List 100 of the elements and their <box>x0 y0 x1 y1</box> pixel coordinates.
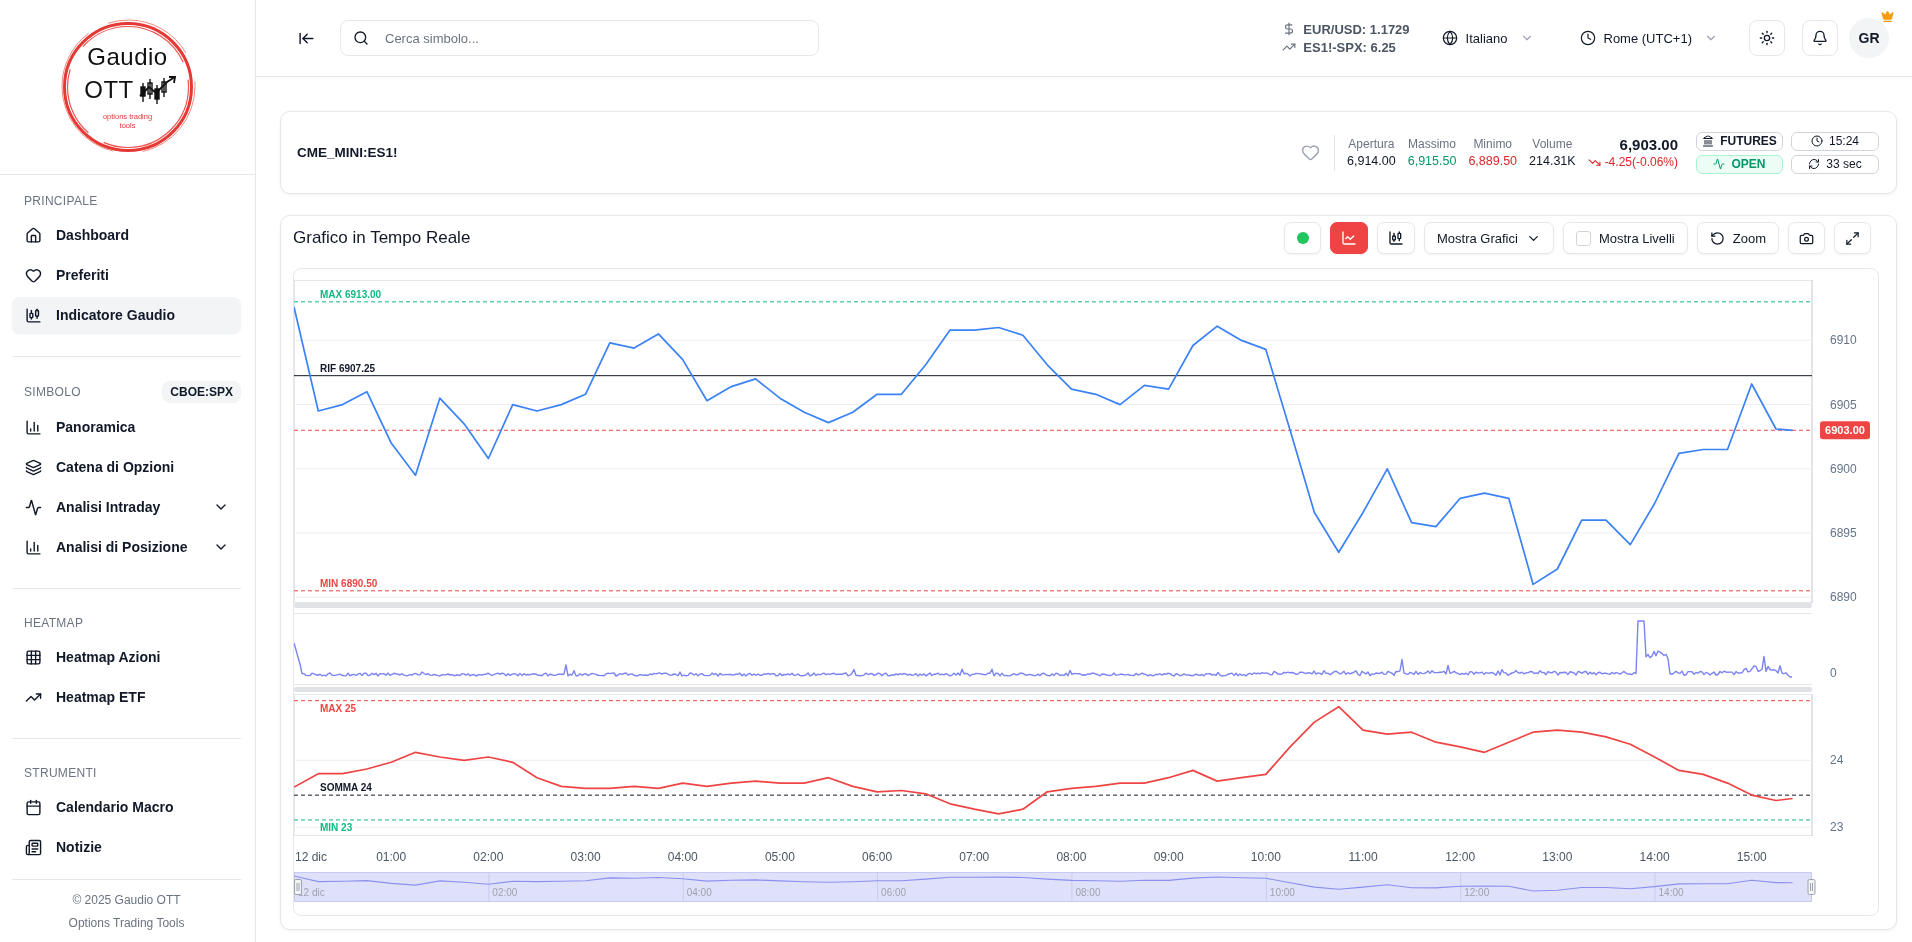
last-price-tag: 6903.00 <box>1820 421 1870 440</box>
calendar-icon <box>25 798 42 816</box>
symbol-title: CME_MINI:ES1! <box>297 145 399 160</box>
navigator-label: 04:00 <box>686 887 712 898</box>
navigator-label: 14:00 <box>1658 887 1684 898</box>
nav-item[interactable]: Panoramica <box>12 409 241 445</box>
levels-toggle[interactable]: Mostra Livelli <box>1562 222 1688 254</box>
logo-text: OTT <box>84 76 134 104</box>
chart-title: Grafico in Tempo Reale <box>293 228 471 248</box>
section-title: STRUMENTI <box>24 766 97 780</box>
pulse-icon <box>1713 158 1726 170</box>
stat-value: 6,914.00 <box>1347 154 1396 168</box>
nav-item[interactable]: Analisi di Posizione <box>12 529 241 565</box>
market-status-badge: OPEN <box>1696 154 1783 174</box>
stat-label: Volume <box>1532 137 1573 151</box>
axis-date-label: 12 dic <box>295 850 328 864</box>
language-select[interactable]: Italiano <box>1435 20 1540 56</box>
theme-toggle-button[interactable] <box>1749 20 1785 56</box>
stat-value: 6,889.50 <box>1468 154 1518 168</box>
nav-item[interactable]: Heatmap Azioni <box>12 639 241 675</box>
fullscreen-button[interactable] <box>1834 222 1871 254</box>
axis-tick-label: 24 <box>1830 753 1844 768</box>
nav-item[interactable]: Notizie <box>12 829 241 865</box>
levels-checkbox[interactable] <box>1575 230 1591 246</box>
stat-value: 6,915.50 <box>1407 154 1457 168</box>
nav-item[interactable]: Catena di Opzioni <box>12 449 241 485</box>
axis-tick-label: 6900 <box>1830 461 1857 476</box>
axis-tick-label: 0 <box>1830 666 1837 680</box>
refresh-icon <box>1808 158 1821 170</box>
level-label: MAX 6913.00 <box>320 288 382 300</box>
axis-tick-label: 03:00 <box>570 850 601 864</box>
line-chart-icon <box>1341 230 1357 246</box>
asset-class-badge: FUTURES <box>1696 131 1783 151</box>
logo-text: Gaudio <box>87 43 168 71</box>
level-label: SOMMA 24 <box>320 782 372 794</box>
section-title: HEATMAP <box>24 616 84 630</box>
bar-chart-icon <box>25 538 42 556</box>
globe-icon <box>1441 30 1458 46</box>
axis-tick-label: 01:00 <box>376 850 407 864</box>
screenshot-button[interactable] <box>1788 222 1825 254</box>
level-label: MIN 23 <box>320 821 353 833</box>
footer-text: Options Trading Tools <box>68 915 185 930</box>
pulse-icon <box>25 498 42 516</box>
axis-tick-label: 6895 <box>1830 526 1857 540</box>
level-label: RIF 6907.25 <box>320 362 376 374</box>
nav-item[interactable]: Analisi Intraday <box>12 489 241 525</box>
level-label: MIN 6890.50 <box>320 577 378 589</box>
camera-icon <box>1799 230 1814 246</box>
axis-tick-label: 6905 <box>1830 397 1857 412</box>
brush-ring-icon <box>59 19 196 155</box>
stat-label: Minimo <box>1473 137 1513 151</box>
axis-tick-label: 6910 <box>1830 333 1857 348</box>
search-icon <box>353 30 369 46</box>
candlestick-arrow-icon <box>138 75 177 105</box>
clock-icon <box>1579 30 1596 46</box>
live-button[interactable] <box>1284 222 1321 254</box>
expand-icon <box>1845 230 1860 246</box>
heart-icon <box>25 266 42 284</box>
axis-tick-label: 04:00 <box>667 850 698 864</box>
navigator-label: 06:00 <box>881 887 907 898</box>
symbol-badge[interactable]: CBOE:SPX <box>162 381 241 403</box>
navigator-label: 10:00 <box>1269 887 1295 898</box>
heart-icon[interactable] <box>1301 143 1321 162</box>
time-badge: 15:24 <box>1791 131 1879 151</box>
home-icon <box>25 226 42 244</box>
ticker-text: ES1!-SPX: 6.25 <box>1303 39 1396 55</box>
search-field[interactable]: Cerca simbolo... <box>340 20 819 56</box>
axis-tick-label: 13:00 <box>1542 850 1573 864</box>
range-handle[interactable] <box>1807 879 1816 895</box>
timezone-select[interactable]: Rome (UTC+1) <box>1573 20 1724 56</box>
layers-icon <box>25 458 42 476</box>
bell-icon <box>1812 30 1828 46</box>
price-change: -4.25(-0.06%) <box>1604 155 1678 169</box>
stat-value: 214.31K <box>1529 154 1576 168</box>
axis-tick-label: 6890 <box>1830 590 1857 603</box>
axis-tick-label: 15:00 <box>1736 850 1767 864</box>
bar-chart-icon <box>25 418 42 436</box>
axis-tick-label: 11:00 <box>1348 850 1378 864</box>
stat-label: Apertura <box>1348 137 1395 151</box>
axis-tick-label: 09:00 <box>1153 850 1184 864</box>
last-price: 6,903.00 <box>1619 136 1678 153</box>
notifications-button[interactable] <box>1802 20 1838 56</box>
charts-dropdown[interactable]: Mostra Grafici <box>1424 222 1554 254</box>
axis-tick-label: 07:00 <box>959 850 990 864</box>
sun-icon <box>1759 30 1775 46</box>
newspaper-icon <box>25 838 42 856</box>
nav-item[interactable]: Heatmap ETF <box>12 679 241 715</box>
axis-tick-label: 14:00 <box>1639 850 1670 864</box>
user-avatar[interactable]: GR <box>1849 18 1889 58</box>
nav-item[interactable]: Calendario Macro <box>12 789 241 825</box>
section-title: PRINCIPALE <box>24 194 98 208</box>
zoom-button[interactable]: Zoom <box>1696 222 1779 254</box>
ref-line-label: 6903.00 <box>1825 424 1865 437</box>
nav-item[interactable]: Indicatore Gaudio <box>12 297 241 333</box>
navigator-label: 08:00 <box>1075 887 1101 898</box>
navigator-label: 02:00 <box>492 887 518 898</box>
nav-item[interactable]: Dashboard <box>12 217 241 253</box>
axis-tick-label: 12:00 <box>1445 850 1476 864</box>
nav-item[interactable]: Preferiti <box>12 257 241 293</box>
stat-label: Massimo <box>1408 137 1457 151</box>
